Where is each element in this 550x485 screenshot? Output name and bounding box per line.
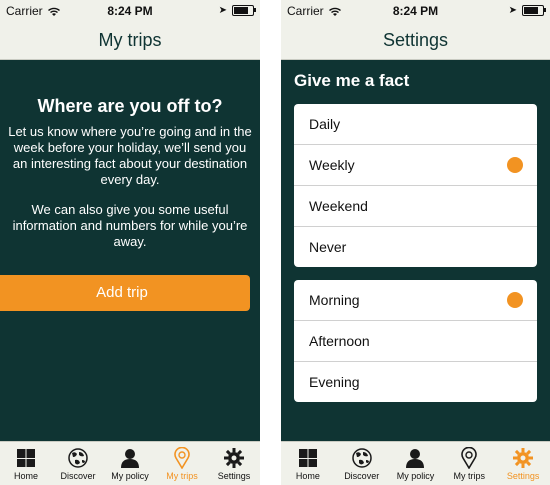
- hero-text: Let us know where you’re going and in th…: [8, 124, 252, 187]
- tab-settings[interactable]: Settings: [208, 442, 260, 485]
- tab-my-trips[interactable]: My trips: [442, 442, 496, 485]
- option-afternoon[interactable]: Afternoon: [294, 321, 537, 362]
- my-trips-screen: Carrier 8:24 PM ➤ My trips Where are you…: [0, 0, 260, 485]
- section-title: Give me a fact: [294, 71, 410, 90]
- tab-my-policy[interactable]: My policy: [104, 442, 156, 485]
- tab-label: My policy: [111, 471, 149, 481]
- globe-icon: [351, 448, 372, 468]
- option-label: Afternoon: [309, 333, 370, 349]
- option-label: Weekend: [309, 198, 368, 214]
- selected-indicator-icon: [507, 157, 523, 173]
- option-morning[interactable]: Morning: [294, 280, 537, 321]
- hero-text-secondary: We can also give you some useful informa…: [12, 202, 248, 249]
- tab-label: Home: [13, 471, 38, 481]
- settings-screen: Carrier 8:24 PM ➤ Settings Give me a fac…: [281, 0, 550, 485]
- status-bar: Carrier 8:24 PM ➤: [0, 0, 260, 22]
- tab-label: My trips: [166, 471, 198, 481]
- battery-icon: [232, 5, 256, 16]
- tab-label: Discover: [344, 471, 380, 481]
- status-bar: Carrier 8:24 PM ➤: [281, 0, 550, 22]
- option-label: Evening: [309, 374, 360, 390]
- option-label: Never: [309, 239, 347, 255]
- home-icon: [17, 449, 35, 467]
- page-title: Settings: [281, 22, 550, 60]
- map-pin-icon: [461, 447, 478, 469]
- option-daily[interactable]: Daily: [294, 104, 537, 145]
- tab-settings[interactable]: Settings: [496, 442, 550, 485]
- gear-icon: [224, 448, 244, 468]
- hero-title: Where are you off to?: [37, 96, 223, 116]
- selected-indicator-icon: [507, 292, 523, 308]
- tab-label: Home: [295, 471, 320, 481]
- tab-discover[interactable]: Discover: [52, 442, 104, 485]
- gear-icon: [513, 448, 534, 468]
- page-title: My trips: [0, 22, 260, 60]
- tab-label: Discover: [60, 471, 96, 481]
- option-weekend[interactable]: Weekend: [294, 186, 537, 227]
- add-trip-button[interactable]: Add trip: [0, 275, 250, 311]
- time-options: Morning Afternoon Evening: [294, 280, 537, 402]
- person-icon: [121, 449, 139, 468]
- option-weekly[interactable]: Weekly: [294, 145, 537, 186]
- person-icon: [406, 449, 425, 468]
- option-label: Weekly: [309, 157, 355, 173]
- frequency-options: Daily Weekly Weekend Never: [294, 104, 537, 267]
- tab-bar: Home Discover My policy My trips Settings: [281, 441, 550, 485]
- tab-label: My trips: [453, 471, 486, 481]
- option-label: Morning: [309, 292, 360, 308]
- location-arrow-icon: ➤: [218, 5, 227, 16]
- tab-my-trips[interactable]: My trips: [156, 442, 208, 485]
- tab-label: My policy: [396, 471, 435, 481]
- home-icon: [298, 449, 317, 467]
- tab-home[interactable]: Home: [281, 442, 335, 485]
- location-arrow-icon: ➤: [508, 5, 517, 16]
- globe-icon: [68, 448, 88, 468]
- tab-home[interactable]: Home: [0, 442, 52, 485]
- tab-label: Settings: [217, 471, 251, 481]
- tab-discover[interactable]: Discover: [335, 442, 389, 485]
- option-never[interactable]: Never: [294, 227, 537, 267]
- option-evening[interactable]: Evening: [294, 362, 537, 402]
- tab-label: Settings: [506, 471, 540, 481]
- tab-my-policy[interactable]: My policy: [389, 442, 443, 485]
- battery-icon: [522, 5, 546, 16]
- map-pin-icon: [174, 447, 190, 469]
- option-label: Daily: [309, 116, 341, 132]
- tab-bar: Home Discover My policy My trips Settings: [0, 441, 260, 485]
